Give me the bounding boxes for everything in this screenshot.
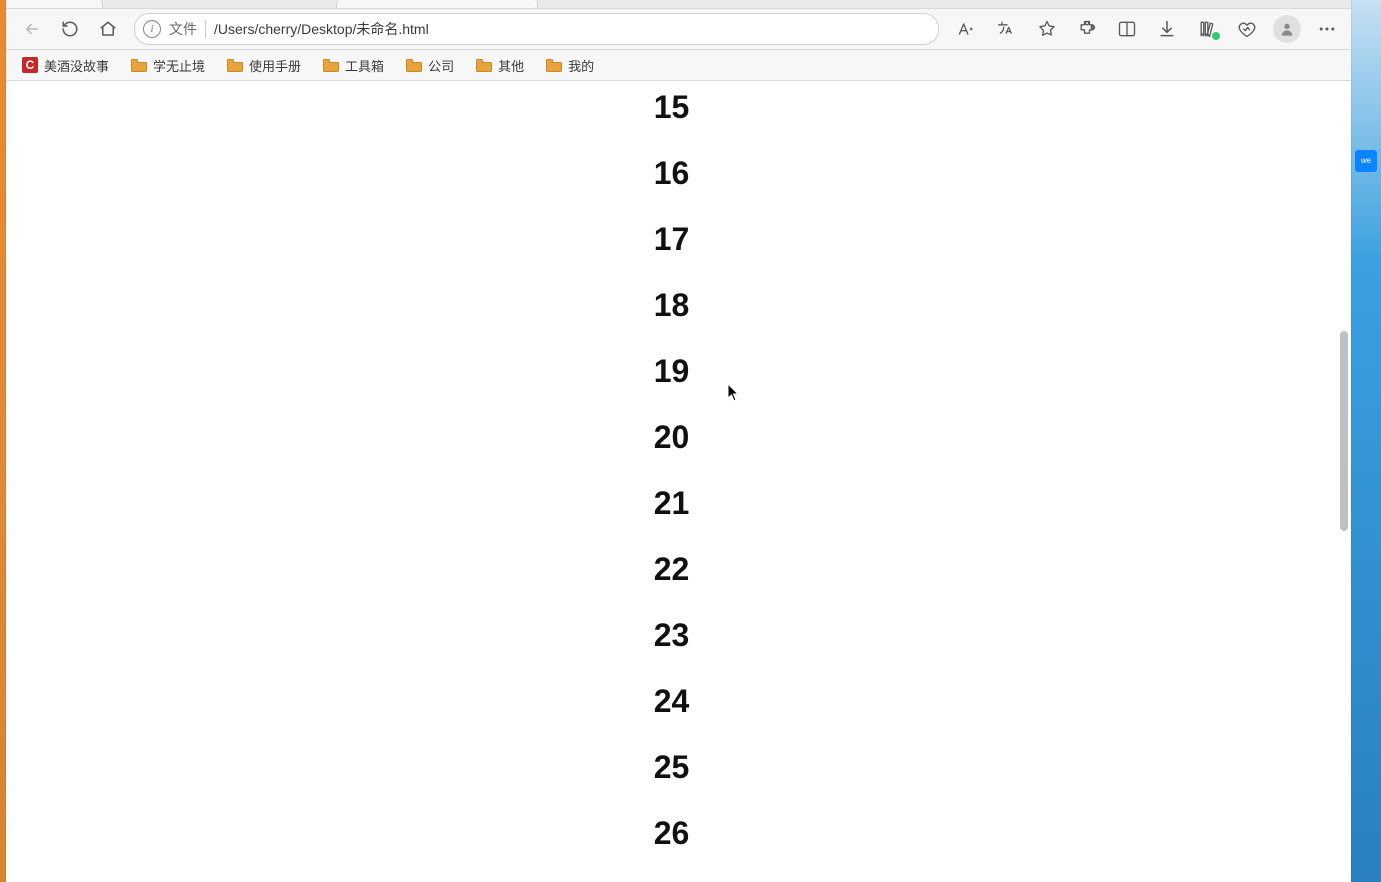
number-heading: 15 xyxy=(654,81,690,140)
number-heading: 24 xyxy=(654,668,690,734)
number-heading: 19 xyxy=(654,338,690,404)
number-heading: 16 xyxy=(654,140,690,206)
address-divider xyxy=(205,20,206,38)
performance-button[interactable] xyxy=(1229,13,1265,45)
number-heading: 17 xyxy=(654,206,690,272)
avatar-icon xyxy=(1273,15,1301,43)
home-button[interactable] xyxy=(92,13,124,45)
bookmark-label: 其他 xyxy=(498,56,524,75)
number-heading: 23 xyxy=(654,602,690,668)
bookmark-3[interactable]: 工具箱 xyxy=(319,53,388,78)
bookmark-label: 公司 xyxy=(428,56,454,75)
bookmark-5[interactable]: 其他 xyxy=(472,53,528,78)
number-heading: 22 xyxy=(654,536,690,602)
number-heading: 18 xyxy=(654,272,690,338)
bookmark-label: 美酒没故事 xyxy=(44,56,109,75)
split-screen-button[interactable] xyxy=(1109,13,1145,45)
text-size-button[interactable] xyxy=(949,13,985,45)
desktop-wallpaper-right: we xyxy=(1351,0,1381,882)
profile-button[interactable] xyxy=(1269,13,1305,45)
toolbar-right-icons xyxy=(949,13,1345,45)
url-text: /Users/cherry/Desktop/未命名.html xyxy=(214,19,930,39)
number-heading: 25 xyxy=(654,734,690,800)
numbers-list: 15 16 17 18 19 20 21 22 23 24 25 26 xyxy=(6,81,1337,866)
bookmark-label: 学无止境 xyxy=(153,56,205,75)
bookmark-2[interactable]: 使用手册 xyxy=(223,53,305,78)
side-app-icon[interactable]: we xyxy=(1355,150,1377,172)
folder-icon xyxy=(546,59,562,72)
bookmark-favicon-c: C xyxy=(22,57,38,73)
bookmark-1[interactable]: 学无止境 xyxy=(127,53,209,78)
page-content-area[interactable]: 15 16 17 18 19 20 21 22 23 24 25 26 xyxy=(6,81,1337,882)
address-bar[interactable]: 文件 /Users/cherry/Desktop/未命名.html xyxy=(134,13,939,45)
folder-icon xyxy=(227,59,243,72)
url-scheme-label: 文件 xyxy=(169,19,197,39)
browser-window: 文件 /Users/cherry/Desktop/未命名.html xyxy=(6,0,1351,882)
bookmark-0[interactable]: C 美酒没故事 xyxy=(18,53,113,78)
downloads-button[interactable] xyxy=(1149,13,1185,45)
back-button[interactable] xyxy=(16,13,48,45)
bookmark-label: 我的 xyxy=(568,56,594,75)
folder-icon xyxy=(323,59,339,72)
number-heading: 21 xyxy=(654,470,690,536)
translate-button[interactable] xyxy=(989,13,1025,45)
number-heading: 26 xyxy=(654,800,690,866)
favorite-star-button[interactable] xyxy=(1029,13,1065,45)
extensions-button[interactable] xyxy=(1069,13,1105,45)
folder-icon xyxy=(406,59,422,72)
info-icon[interactable] xyxy=(143,20,161,38)
folder-icon xyxy=(131,59,147,72)
bookmark-label: 工具箱 xyxy=(345,56,384,75)
page-viewport: 15 16 17 18 19 20 21 22 23 24 25 26 xyxy=(6,81,1351,882)
scrollbar-thumb[interactable] xyxy=(1340,331,1348,531)
number-heading: 20 xyxy=(654,404,690,470)
refresh-button[interactable] xyxy=(54,13,86,45)
collections-button[interactable] xyxy=(1189,13,1225,45)
bookmark-label: 使用手册 xyxy=(249,56,301,75)
bookmarks-bar: C 美酒没故事 学无止境 使用手册 工具箱 公司 其他 我的 xyxy=(6,50,1351,81)
bookmark-4[interactable]: 公司 xyxy=(402,53,458,78)
browser-toolbar: 文件 /Users/cherry/Desktop/未命名.html xyxy=(6,9,1351,50)
bookmark-6[interactable]: 我的 xyxy=(542,53,598,78)
tab-strip[interactable] xyxy=(6,0,1351,9)
folder-icon xyxy=(476,59,492,72)
more-menu-button[interactable] xyxy=(1309,13,1345,45)
vertical-scrollbar[interactable] xyxy=(1337,81,1351,882)
